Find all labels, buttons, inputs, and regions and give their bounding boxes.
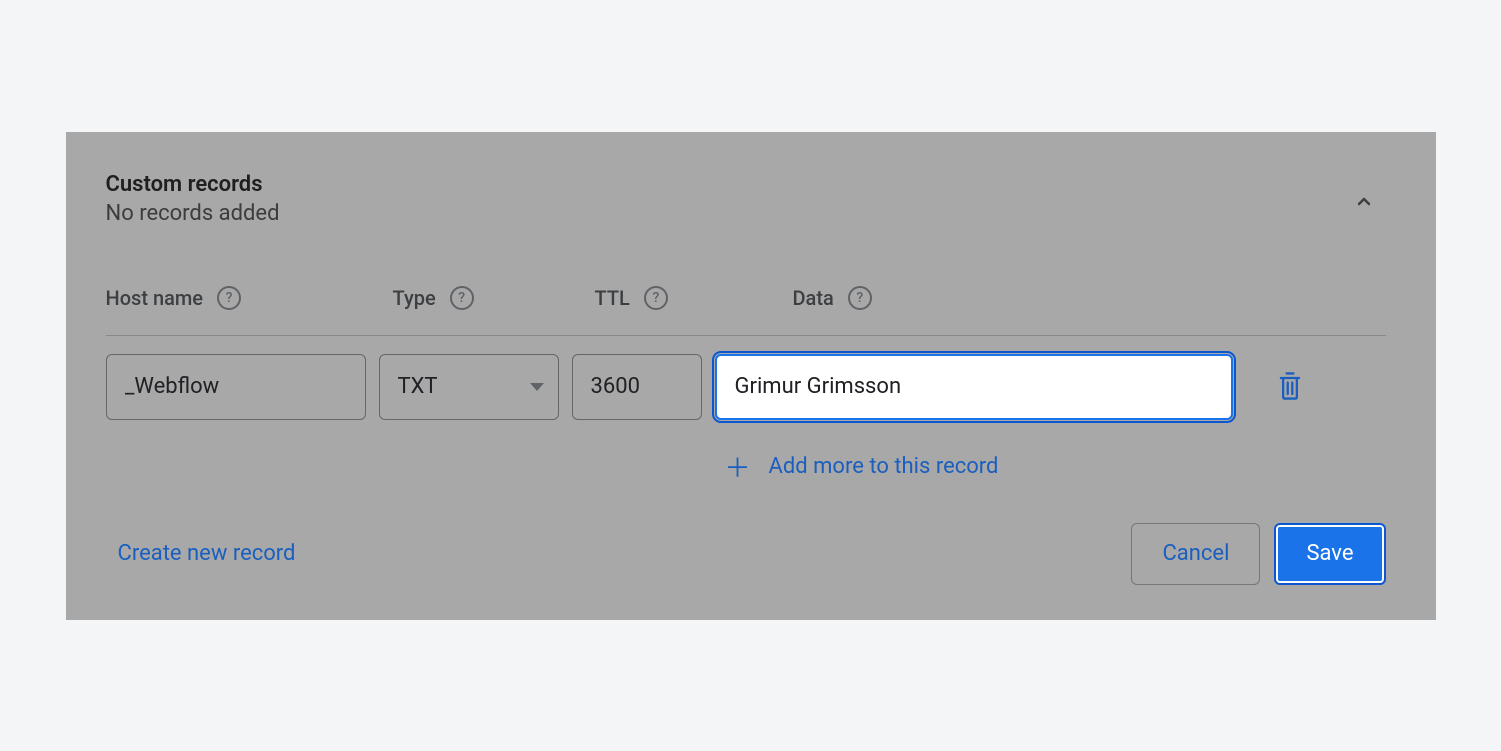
type-value: TXT	[398, 374, 438, 399]
delete-button[interactable]	[1276, 370, 1304, 406]
cancel-button[interactable]: Cancel	[1131, 523, 1260, 585]
column-headers: Host name ? Type ? TTL ? Data ?	[106, 286, 1386, 336]
help-icon[interactable]: ?	[450, 286, 474, 310]
help-icon[interactable]: ?	[217, 286, 241, 310]
panel-subtitle: No records added	[106, 201, 280, 226]
help-icon[interactable]: ?	[644, 286, 668, 310]
collapse-icon[interactable]	[1352, 190, 1376, 218]
column-type: Type ?	[393, 286, 595, 310]
column-data: Data ?	[793, 286, 1386, 310]
column-ttl: TTL ?	[595, 286, 793, 310]
column-data-label: Data	[793, 286, 834, 310]
custom-records-panel: Custom records No records added Host nam…	[66, 132, 1436, 620]
hostname-input[interactable]	[106, 354, 366, 420]
plus-icon: ＋	[725, 448, 751, 485]
panel-header: Custom records No records added	[106, 172, 1386, 226]
add-more-button[interactable]: ＋ Add more to this record	[725, 448, 1233, 485]
panel-title: Custom records	[106, 172, 280, 197]
save-button[interactable]: Save	[1274, 523, 1385, 585]
footer: Create new record Cancel Save	[106, 523, 1386, 585]
type-select[interactable]: TXT	[379, 354, 559, 420]
column-hostname: Host name ?	[106, 286, 393, 310]
chevron-down-icon	[530, 383, 544, 391]
column-type-label: Type	[393, 286, 436, 310]
create-new-record-link[interactable]: Create new record	[118, 541, 296, 566]
help-icon[interactable]: ?	[848, 286, 872, 310]
column-hostname-label: Host name	[106, 286, 204, 310]
record-row: TXT ＋ Add more to this record	[106, 354, 1386, 485]
trash-icon	[1276, 370, 1304, 402]
data-input[interactable]	[715, 354, 1233, 420]
column-ttl-label: TTL	[595, 286, 630, 310]
ttl-input[interactable]	[572, 354, 702, 420]
add-more-label: Add more to this record	[769, 454, 999, 479]
